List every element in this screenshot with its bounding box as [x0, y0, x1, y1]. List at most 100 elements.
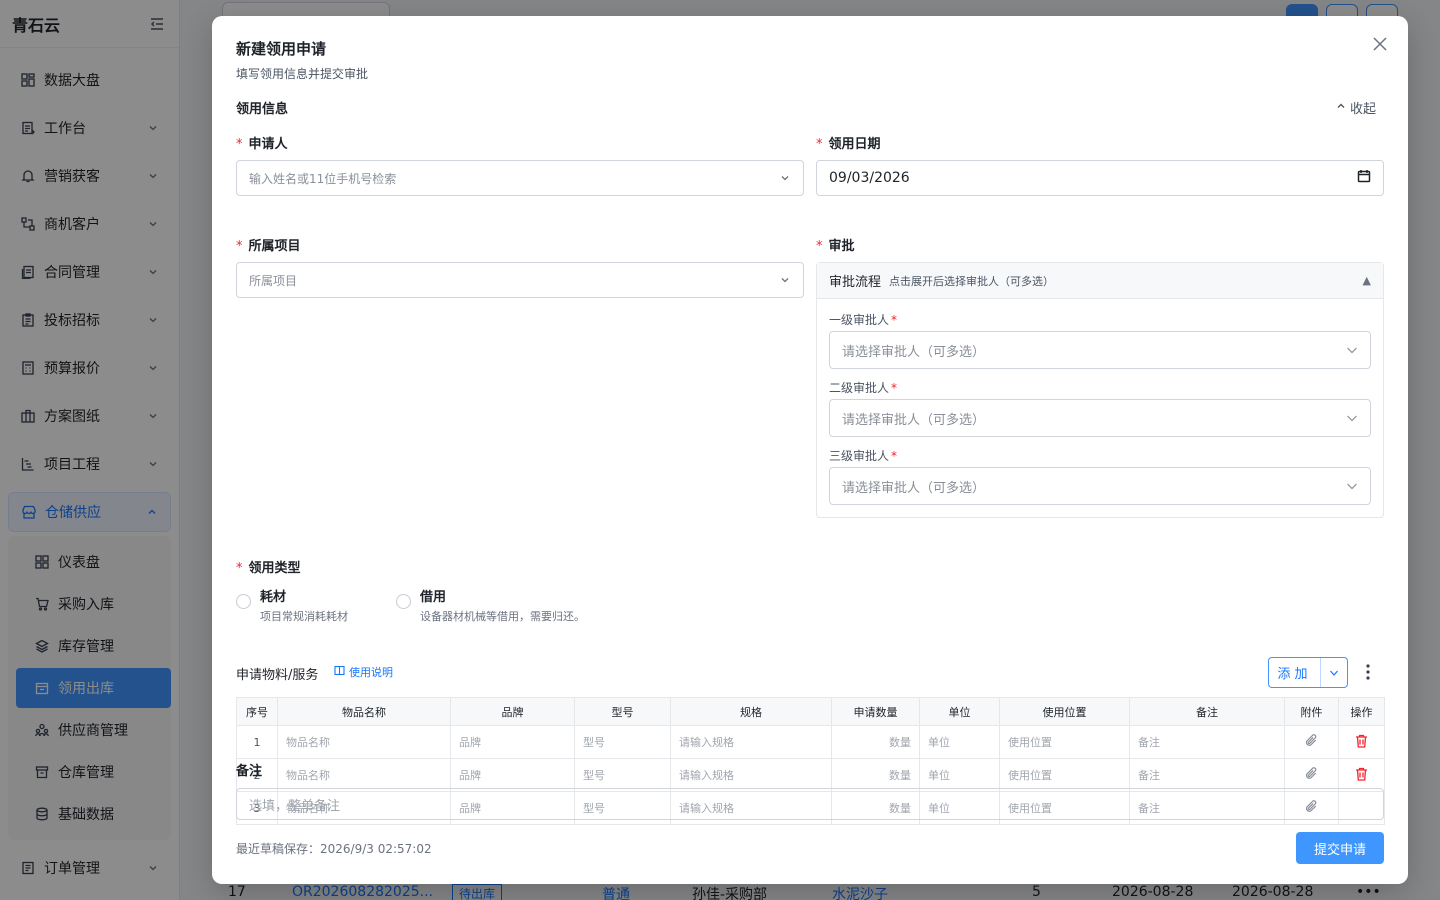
- add-item-button[interactable]: 添加: [1268, 657, 1348, 688]
- type-option-name: 借用: [420, 590, 447, 605]
- item-name-input[interactable]: 物品名称: [277, 758, 451, 792]
- book-icon: [334, 665, 345, 679]
- required-mark: *: [236, 561, 243, 576]
- action-cell: [1338, 758, 1385, 792]
- required-mark: *: [891, 381, 898, 395]
- materials-title: 申请物料/服务: [236, 668, 319, 683]
- modal-subtitle: 填写领用信息并提交审批: [236, 67, 369, 81]
- col-header: 使用位置: [999, 697, 1130, 726]
- model-input[interactable]: 型号: [574, 725, 671, 759]
- approval-label: * 审批: [816, 235, 855, 254]
- date-value: 09/03/2026: [829, 170, 910, 186]
- attachment-cell: [1284, 758, 1339, 792]
- col-header: 单位: [919, 697, 1000, 726]
- type-label: * 领用类型: [236, 557, 301, 576]
- usage-help-label: 使用说明: [349, 666, 393, 679]
- col-header: 物品名称: [277, 697, 451, 726]
- approver-level-3-select[interactable]: 请选择审批人（可多选）: [829, 467, 1371, 505]
- approval-flow-header[interactable]: 审批流程 点击展开后选择审批人（可多选） ▲: [817, 263, 1383, 299]
- approver-placeholder: 请选择审批人（可多选）: [842, 480, 986, 496]
- chevron-down-icon: [1346, 480, 1358, 492]
- quantity-input[interactable]: 数量: [831, 758, 920, 792]
- remark-input[interactable]: 选填，整单备注: [236, 788, 1384, 820]
- project-label-text: 所属项目: [248, 239, 301, 254]
- col-header: 附件: [1284, 697, 1339, 726]
- required-mark: *: [236, 239, 243, 254]
- approver-level-label-text: 二级审批人: [829, 381, 890, 395]
- applicant-placeholder: 输入姓名或11位手机号检索: [249, 171, 397, 186]
- section-title: 领用信息: [236, 102, 289, 117]
- approval-label-text: 审批: [828, 239, 855, 254]
- col-header: 序号: [236, 697, 278, 726]
- col-header: 操作: [1338, 697, 1385, 726]
- approver-level-1-label: 一级审批人 *: [829, 311, 897, 328]
- more-vertical-icon[interactable]: [1360, 661, 1376, 683]
- location-input[interactable]: 使用位置: [999, 758, 1130, 792]
- radio-circle[interactable]: [396, 594, 411, 609]
- close-icon[interactable]: [1370, 34, 1390, 54]
- paperclip-icon[interactable]: [1304, 766, 1319, 781]
- paperclip-icon[interactable]: [1304, 733, 1319, 748]
- usage-help-link[interactable]: 使用说明: [334, 664, 393, 680]
- quantity-input[interactable]: 数量: [831, 725, 920, 759]
- location-input[interactable]: 使用位置: [999, 725, 1130, 759]
- radio-circle[interactable]: [236, 594, 251, 609]
- add-item-label: 添加: [1269, 658, 1321, 687]
- brand-input[interactable]: 品牌: [450, 725, 575, 759]
- type-option-desc: 项目常规消耗耗材: [260, 610, 348, 623]
- chevron-down-icon: [1346, 412, 1358, 424]
- collapse-section-button[interactable]: 收起: [1336, 98, 1376, 117]
- date-label-text: 领用日期: [828, 137, 881, 152]
- unit-input[interactable]: 单位: [919, 725, 1000, 759]
- spec-input[interactable]: 请输入规格: [670, 758, 832, 792]
- col-header: 备注: [1129, 697, 1285, 726]
- approval-flow-title: 审批流程: [829, 275, 882, 290]
- required-mark: *: [236, 137, 243, 152]
- submit-button[interactable]: 提交申请: [1296, 832, 1384, 864]
- required-mark: *: [816, 239, 823, 254]
- trash-icon[interactable]: [1355, 734, 1368, 748]
- approver-level-2-select[interactable]: 请选择审批人（可多选）: [829, 399, 1371, 437]
- trash-icon[interactable]: [1355, 767, 1368, 781]
- type-option-consumable[interactable]: 耗材 项目常规消耗耗材: [236, 586, 348, 624]
- brand-input[interactable]: 品牌: [450, 758, 575, 792]
- required-mark: *: [891, 449, 898, 463]
- chevron-down-icon: [1346, 344, 1358, 356]
- chevron-down-icon[interactable]: [1321, 668, 1347, 678]
- applicant-select[interactable]: 输入姓名或11位手机号检索: [236, 160, 804, 196]
- applicant-label: * 申请人: [236, 133, 288, 152]
- item-name-input[interactable]: 物品名称: [277, 725, 451, 759]
- model-input[interactable]: 型号: [574, 758, 671, 792]
- date-label: * 领用日期: [816, 133, 881, 152]
- table-row: 1 物品名称 品牌 型号 请输入规格 数量 单位 使用位置 备注: [236, 725, 1385, 759]
- modal-title: 新建领用申请: [236, 40, 327, 58]
- requisition-date-input[interactable]: 09/03/2026: [816, 160, 1384, 196]
- caret-up-icon: ▲: [1362, 274, 1371, 287]
- approval-flow-hint: 点击展开后选择审批人（可多选）: [889, 274, 1055, 288]
- project-label: * 所属项目: [236, 235, 301, 254]
- spec-input[interactable]: 请输入规格: [670, 725, 832, 759]
- chevron-down-icon: [779, 172, 791, 184]
- approver-level-1-select[interactable]: 请选择审批人（可多选）: [829, 331, 1371, 369]
- type-label-text: 领用类型: [248, 561, 301, 576]
- calendar-icon[interactable]: [1357, 169, 1371, 187]
- unit-input[interactable]: 单位: [919, 758, 1000, 792]
- approver-level-2-label: 二级审批人 *: [829, 379, 897, 396]
- remark-cell-input[interactable]: 备注: [1129, 758, 1285, 792]
- type-option-desc: 设备器材机械等借用，需要归还。: [420, 610, 585, 623]
- approver-placeholder: 请选择审批人（可多选）: [842, 344, 986, 360]
- type-option-borrow[interactable]: 借用 设备器材机械等借用，需要归还。: [396, 586, 585, 624]
- col-header: 品牌: [450, 697, 575, 726]
- remark-cell-input[interactable]: 备注: [1129, 725, 1285, 759]
- draft-saved-status: 最近草稿保存：2026/9/3 02:57:02: [236, 842, 432, 856]
- required-mark: *: [891, 313, 898, 327]
- table-header-row: 序号 物品名称 品牌 型号 规格 申请数量 单位 使用位置 备注 附件 操作: [236, 697, 1385, 726]
- approver-level-3-label: 三级审批人 *: [829, 447, 897, 464]
- type-option-name: 耗材: [260, 590, 287, 605]
- row-index: 1: [236, 725, 278, 759]
- new-requisition-modal: 新建领用申请 填写领用信息并提交审批 领用信息 收起 * 申请人 输入姓名或11位…: [212, 16, 1408, 884]
- table-row: 2 物品名称 品牌 型号 请输入规格 数量 单位 使用位置 备注: [236, 758, 1385, 792]
- project-select[interactable]: 所属项目: [236, 262, 804, 298]
- approver-level-label-text: 一级审批人: [829, 313, 890, 327]
- collapse-label: 收起: [1349, 102, 1376, 117]
